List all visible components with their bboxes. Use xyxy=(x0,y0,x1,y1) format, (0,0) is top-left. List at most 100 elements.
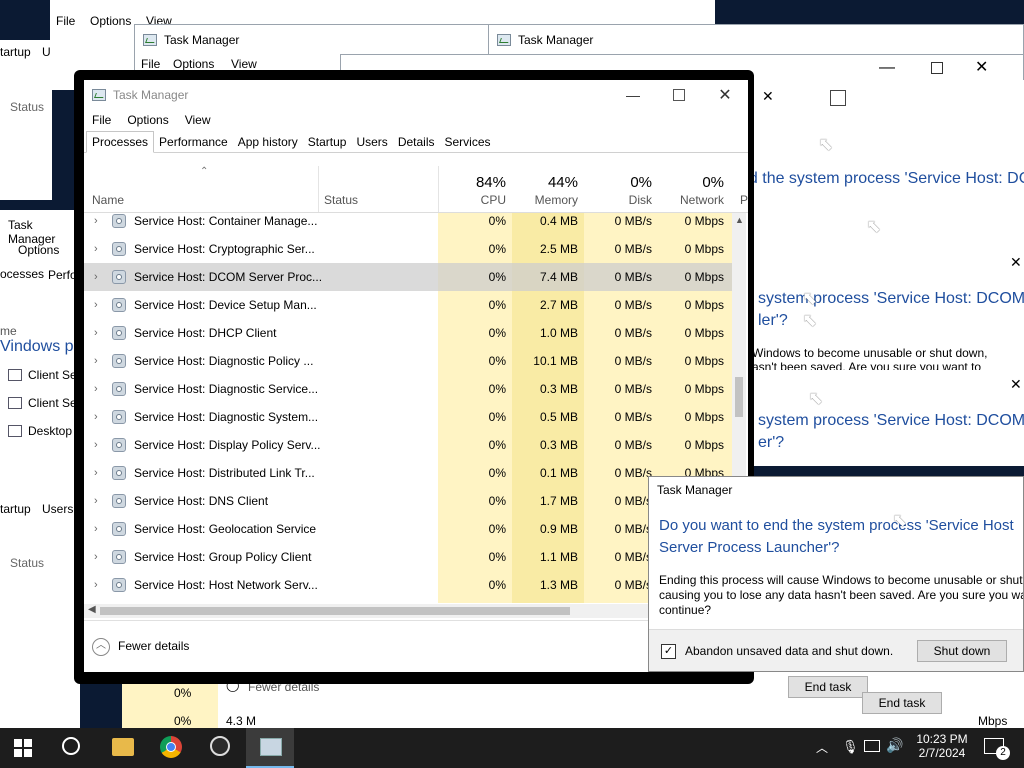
process-network: 0 Mbps xyxy=(684,242,724,256)
ghost-left-item: Client Se xyxy=(28,368,77,382)
menu-file[interactable]: File xyxy=(92,113,111,127)
minimize-icon[interactable]: — xyxy=(879,59,895,77)
menu-view[interactable]: View xyxy=(185,113,211,127)
tab-details[interactable]: Details xyxy=(393,132,440,152)
file-explorer-icon[interactable] xyxy=(112,738,134,756)
process-disk: 0 MB/s xyxy=(614,550,652,564)
process-memory: 0.5 MB xyxy=(539,410,578,424)
close-icon[interactable]: ✕ xyxy=(762,88,774,105)
chrome-icon[interactable] xyxy=(160,736,182,758)
microphone-icon[interactable]: 🎙 xyxy=(842,739,859,755)
chevron-up-circle-icon[interactable]: ︿ xyxy=(92,638,110,656)
maximize-button[interactable] xyxy=(656,80,702,110)
ghost-view: View xyxy=(231,57,257,71)
tab-app-history[interactable]: App history xyxy=(233,132,303,152)
expand-chevron-icon[interactable]: › xyxy=(94,207,98,235)
header-cpu-pct[interactable]: 84% xyxy=(438,174,506,191)
scrollbar-thumb-h[interactable] xyxy=(100,607,570,615)
scroll-up-icon[interactable]: ▲ xyxy=(735,215,744,225)
volume-icon[interactable]: 🔊 xyxy=(886,737,903,754)
ghost-startup-tab: tartup xyxy=(0,45,31,59)
process-memory: 0.9 MB xyxy=(539,522,578,536)
close-icon[interactable]: ✕ xyxy=(1010,254,1022,271)
scrollbar-thumb[interactable] xyxy=(735,377,743,417)
table-row[interactable]: › Service Host: Distributed Link Tr... 0% 0… xyxy=(84,459,734,487)
table-row[interactable]: › Service Host: Group Policy Client 0% 1.1 … xyxy=(84,543,734,571)
network-icon[interactable] xyxy=(864,740,880,752)
ghost-options: Options xyxy=(173,57,215,71)
scroll-left-icon[interactable]: ◀ xyxy=(88,604,96,615)
process-memory: 0.4 MB xyxy=(539,214,578,228)
process-network: 0 Mbps xyxy=(684,382,724,396)
ghost-left-title: Task Manager xyxy=(8,218,56,246)
ghost-left2-status: Status xyxy=(10,556,45,570)
expand-chevron-icon[interactable]: › xyxy=(94,403,98,431)
app-icon xyxy=(8,425,22,437)
table-row[interactable]: › Service Host: Container Manage... 0% 0.4 … xyxy=(84,207,734,235)
table-row[interactable]: › Service Host: Host Network Serv... 0% 1.3… xyxy=(84,571,734,599)
table-row[interactable]: › Service Host: Display Policy Serv... 0% 0… xyxy=(84,431,734,459)
table-row[interactable]: › Service Host: Geolocation Service 0% 0.9 … xyxy=(84,515,734,543)
menu-options[interactable]: Options xyxy=(127,113,168,127)
windows-start-icon[interactable] xyxy=(14,739,32,757)
expand-chevron-icon[interactable]: › xyxy=(94,375,98,403)
obs-icon[interactable] xyxy=(210,736,230,756)
header-network-pct[interactable]: 0% xyxy=(656,174,724,191)
expand-chevron-icon[interactable]: › xyxy=(94,319,98,347)
table-row[interactable]: › Service Host: DHCP Client 0% 1.0 MB 0 MB/s… xyxy=(84,319,734,347)
process-disk: 0 MB/s xyxy=(614,354,652,368)
tab-startup[interactable]: Startup xyxy=(303,132,352,152)
table-row[interactable]: › Service Host: Cryptographic Ser... 0% 2.5… xyxy=(84,235,734,263)
header-extra[interactable]: P xyxy=(740,193,748,207)
tab-performance[interactable]: Performance xyxy=(154,132,233,152)
fewer-details-link[interactable]: Fewer details xyxy=(118,639,189,653)
expand-chevron-icon[interactable]: › xyxy=(94,235,98,263)
process-network: 0 Mbps xyxy=(684,410,724,424)
process-name: Service Host: DNS Client xyxy=(134,494,269,508)
process-name: Service Host: DHCP Client xyxy=(134,326,277,340)
dialog-question-line1: Do you want to end the system process 'S… xyxy=(659,517,1014,534)
table-row[interactable]: › Service Host: Diagnostic System... 0% 0.5… xyxy=(84,403,734,431)
process-memory: 0.1 MB xyxy=(539,466,578,480)
expand-chevron-icon[interactable]: › xyxy=(94,347,98,375)
horizontal-scrollbar[interactable]: ◀ xyxy=(84,604,732,618)
process-cpu: 0% xyxy=(488,578,506,592)
ghost-left-item: Desktop xyxy=(28,424,73,438)
sort-chevron-icon[interactable]: ⌃ xyxy=(200,166,208,177)
expand-chevron-icon[interactable]: › xyxy=(94,571,98,599)
chevron-up-icon[interactable]: ︿ xyxy=(816,739,828,756)
table-row[interactable]: › Service Host: Diagnostic Service... 0% 0.… xyxy=(84,375,734,403)
expand-chevron-icon[interactable]: › xyxy=(94,431,98,459)
table-row[interactable]: › Service Host: DCOM Server Proc... 0% 7.4 … xyxy=(84,263,734,291)
cursor-icon: ⬉ xyxy=(818,134,834,154)
minimize-button[interactable]: — xyxy=(610,80,656,110)
clock[interactable]: 10:23 PM 2/7/2024 xyxy=(906,732,978,760)
tab-services[interactable]: Services xyxy=(440,132,496,152)
table-row[interactable]: › Service Host: Device Setup Man... 0% 2.7 … xyxy=(84,291,734,319)
header-memory-pct[interactable]: 44% xyxy=(512,174,578,191)
ghost-bottom-pct2: 0% xyxy=(174,714,192,728)
maximize-icon[interactable] xyxy=(931,62,943,74)
process-name: Service Host: Geolocation Service xyxy=(134,522,317,536)
expand-chevron-icon[interactable]: › xyxy=(94,487,98,515)
close-icon[interactable]: ✕ xyxy=(1010,376,1022,393)
process-name: Service Host: Diagnostic Service... xyxy=(134,382,319,396)
tab-users[interactable]: Users xyxy=(351,132,392,152)
abandon-checkbox[interactable]: ✓ xyxy=(661,644,676,659)
shutdown-button[interactable]: Shut down xyxy=(917,640,1007,662)
expand-chevron-icon[interactable]: › xyxy=(94,543,98,571)
close-button[interactable]: ✕ xyxy=(702,80,748,110)
header-disk-pct[interactable]: 0% xyxy=(584,174,652,191)
dialog-question-line2: Server Process Launcher'? xyxy=(659,539,840,556)
close-icon[interactable]: ✕ xyxy=(975,57,988,77)
table-row[interactable]: › Service Host: Diagnostic Policy ... 0% 10… xyxy=(84,347,734,375)
expand-chevron-icon[interactable]: › xyxy=(94,515,98,543)
expand-chevron-icon[interactable]: › xyxy=(94,459,98,487)
task-manager-taskbar-button[interactable] xyxy=(246,728,294,768)
search-icon[interactable] xyxy=(62,737,80,755)
expand-chevron-icon[interactable]: › xyxy=(94,291,98,319)
tab-processes[interactable]: Processes xyxy=(86,131,155,153)
abandon-checkbox-label[interactable]: Abandon unsaved data and shut down. xyxy=(685,644,893,658)
expand-chevron-icon[interactable]: › xyxy=(94,263,98,291)
table-row[interactable]: ›Service Host: DNS Client0%1.7 MB0 MB/s0… xyxy=(84,487,734,515)
